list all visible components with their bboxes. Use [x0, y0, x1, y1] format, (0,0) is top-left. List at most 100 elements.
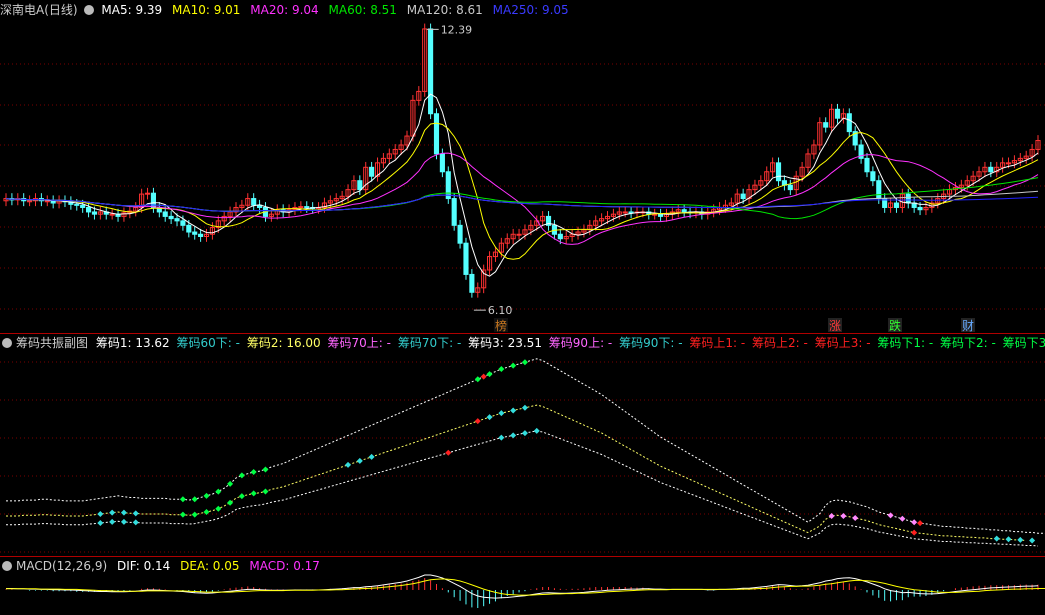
- chip-dot: [486, 371, 493, 378]
- candle-body: [775, 162, 782, 182]
- tag-label: 跌: [889, 318, 901, 333]
- candle-body: [251, 198, 257, 206]
- candle-body: [457, 224, 463, 244]
- chip-dot: [132, 519, 139, 526]
- candle-body: [823, 122, 829, 128]
- high-price-label: 12.39: [441, 23, 473, 36]
- chip-dot-red: [474, 418, 481, 425]
- chip-dot: [498, 366, 505, 373]
- chip-dot: [521, 404, 528, 411]
- chip-lines: [6, 358, 1045, 547]
- candle-body: [198, 233, 204, 237]
- candle-body: [469, 273, 475, 293]
- tag-label: 榜: [495, 318, 507, 333]
- chip-dot: [179, 496, 186, 503]
- candle-body: [516, 233, 522, 236]
- chip-dot: [191, 511, 198, 518]
- candle-body: [870, 171, 876, 182]
- chip-dot: [179, 511, 186, 518]
- candle-body: [451, 198, 457, 226]
- chip-dots: [97, 359, 1036, 544]
- candle-body: [740, 193, 746, 200]
- chip-dot: [510, 362, 517, 369]
- chip-dot: [486, 414, 493, 421]
- chip-dot: [368, 453, 375, 460]
- chip-dot: [238, 472, 245, 479]
- chip-line: [6, 404, 1027, 542]
- candle-body: [168, 215, 174, 220]
- candle-body: [463, 242, 469, 275]
- chip-dot: [97, 511, 104, 518]
- candle-body: [357, 180, 363, 191]
- chip-dot: [840, 513, 847, 519]
- chip-dot: [498, 434, 505, 441]
- chip-dot: [1005, 536, 1012, 543]
- candle-body: [44, 200, 50, 203]
- chip-dot: [250, 469, 257, 475]
- chip-line: [6, 430, 1039, 547]
- chip-dot-red: [917, 520, 924, 527]
- candle-body: [658, 213, 664, 217]
- low-price-label: 6.10: [488, 304, 512, 317]
- candle-body: [834, 108, 841, 119]
- chip-dot: [899, 515, 906, 522]
- chip-dot: [191, 496, 198, 503]
- candle-body: [85, 206, 92, 213]
- candle-body: [304, 206, 310, 209]
- chip-dot: [215, 505, 222, 512]
- chip-dot-red: [911, 529, 918, 536]
- candle-body: [74, 203, 80, 206]
- chip-dot: [1017, 536, 1024, 543]
- candle-body: [369, 166, 375, 177]
- chip-dot: [109, 509, 116, 516]
- chip-dot: [510, 432, 517, 439]
- candle-body: [162, 211, 168, 217]
- candle-body: [557, 233, 563, 240]
- chip-dot: [262, 488, 269, 495]
- chip-dot: [215, 488, 222, 495]
- ma5-line: [5, 93, 1039, 277]
- dea-line: [6, 578, 1045, 596]
- candle-body: [91, 211, 98, 215]
- candle-body: [180, 220, 186, 226]
- candle-body: [681, 209, 687, 213]
- candle-body: [988, 166, 994, 173]
- chip-dot: [521, 359, 528, 366]
- chip-dot: [262, 466, 269, 473]
- chip-dot: [109, 518, 116, 525]
- chip-dot: [852, 514, 859, 521]
- tag-label: 涨: [829, 318, 841, 333]
- candle-body: [622, 211, 628, 214]
- candle-body: [1005, 162, 1012, 165]
- candle-body: [905, 193, 911, 204]
- candle-body: [876, 180, 882, 200]
- tag-label: 财: [962, 319, 974, 333]
- chip-dot: [345, 461, 352, 468]
- candle-body: [186, 224, 192, 233]
- candle-body: [893, 202, 900, 208]
- chip-dot-red: [445, 449, 452, 456]
- moving-averages: [5, 93, 1039, 277]
- candle-body: [27, 200, 33, 203]
- candle-body: [864, 157, 870, 173]
- chip-dot: [238, 493, 245, 500]
- chip-dot: [203, 492, 210, 499]
- candle-body: [433, 113, 440, 155]
- candle-body: [174, 218, 180, 222]
- candle-body: [109, 213, 115, 216]
- candle-body: [445, 171, 451, 200]
- chip-dot-red: [480, 373, 487, 380]
- candle-body: [144, 192, 151, 195]
- chip-dot: [510, 407, 517, 414]
- chip-dot: [498, 410, 505, 417]
- chip-line: [6, 358, 1045, 534]
- stock-chart[interactable]: 12.39 6.10榜 涨 跌 财: [0, 0, 1045, 615]
- candle-body: [428, 28, 434, 115]
- candle-body: [298, 206, 304, 209]
- chip-dot: [474, 376, 481, 383]
- chip-dot: [132, 510, 139, 517]
- chip-dot: [97, 519, 104, 526]
- candle-body: [917, 206, 923, 211]
- chip-dot: [828, 513, 835, 519]
- chip-dot: [993, 535, 1000, 542]
